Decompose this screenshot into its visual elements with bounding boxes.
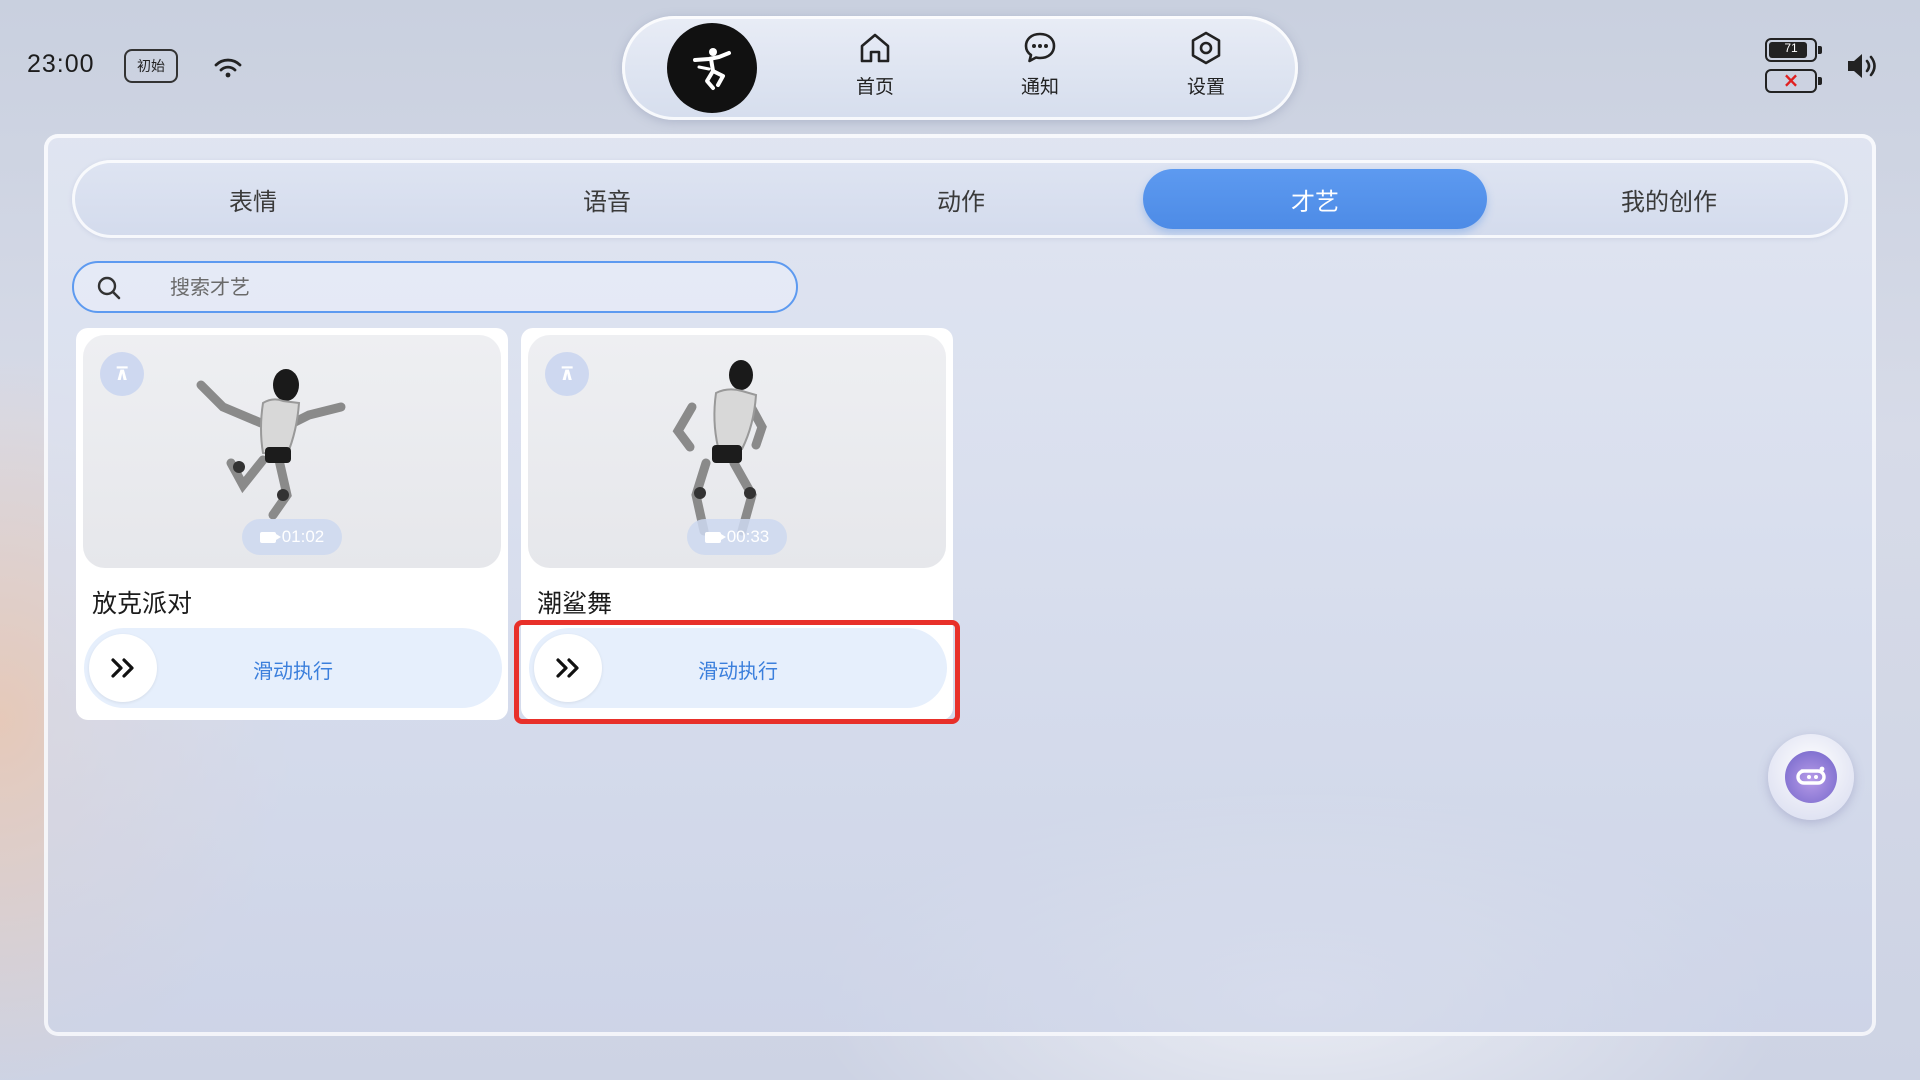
battery-1-icon: 71: [1765, 38, 1822, 62]
slide-label: 滑动执行: [253, 659, 333, 683]
assistant-button[interactable]: [1768, 734, 1854, 820]
volume-icon[interactable]: [1845, 50, 1881, 82]
nav-notifications[interactable]: 通知: [1000, 30, 1080, 99]
pin-icon[interactable]: ⊼: [100, 352, 144, 396]
pin-icon[interactable]: ⊼: [545, 352, 589, 396]
search-bar[interactable]: [72, 261, 798, 313]
category-tabs: 表情 语音 动作 才艺 我的创作: [72, 160, 1848, 238]
clock: 23:00: [27, 50, 95, 78]
home-icon: [860, 33, 890, 63]
duration-text: 00:33: [726, 527, 770, 546]
search-input[interactable]: [170, 273, 770, 301]
video-duration-badge: 00:33: [687, 519, 787, 555]
video-camera-icon: [259, 531, 281, 543]
nav-notifications-label: 通知: [1020, 76, 1059, 98]
assistant-face-icon: [1785, 751, 1837, 803]
card-thumbnail[interactable]: ⊼ 01:02: [83, 335, 501, 568]
card-title: 放克派对: [92, 589, 193, 618]
robot-figure-icon: [693, 48, 731, 90]
video-duration-badge: 01:02: [242, 519, 342, 555]
nav-home[interactable]: 首页: [835, 30, 915, 99]
tab-talents[interactable]: 才艺: [1143, 169, 1487, 229]
tab-actions[interactable]: 动作: [789, 169, 1133, 229]
talent-card[interactable]: ⊼ 01:02 放克派对 滑动执行: [76, 328, 508, 720]
nav-home-label: 首页: [855, 76, 894, 98]
slide-to-execute-control[interactable]: 滑动执行: [529, 628, 947, 708]
search-icon: [97, 276, 121, 300]
nav-settings[interactable]: 设置: [1166, 30, 1246, 99]
card-title: 潮鲨舞: [537, 589, 613, 618]
duration-text: 01:02: [281, 527, 325, 546]
battery-2-icon: ×: [1765, 68, 1822, 93]
card-thumbnail[interactable]: ⊼ 00:33: [528, 335, 946, 568]
talent-card[interactable]: ⊼ 00:33 潮鲨舞 滑动执行: [521, 328, 953, 720]
battery-indicators: 71 ×: [1765, 38, 1822, 100]
battery-2-error: ×: [1782, 68, 1800, 92]
wifi-icon: [214, 58, 242, 78]
slide-to-execute-control[interactable]: 滑动执行: [84, 628, 502, 708]
battery-1-percent: 71: [1784, 41, 1798, 55]
mode-badge: 初始: [124, 49, 178, 83]
robot-logo-button[interactable]: [667, 23, 757, 113]
settings-icon: [1191, 31, 1221, 65]
chat-icon: [1024, 32, 1056, 63]
tab-my-creations[interactable]: 我的创作: [1497, 169, 1841, 229]
tab-voice[interactable]: 语音: [435, 169, 779, 229]
nav-settings-label: 设置: [1186, 76, 1225, 98]
tab-expressions[interactable]: 表情: [81, 169, 425, 229]
top-navigation: 首页 通知 设置: [622, 16, 1298, 120]
video-camera-icon: [704, 531, 726, 543]
slide-label: 滑动执行: [698, 659, 778, 683]
main-panel: 表情 语音 动作 才艺 我的创作 搜索才艺 ⊼ 01:02 放克派对 滑动执行 …: [44, 134, 1876, 1036]
